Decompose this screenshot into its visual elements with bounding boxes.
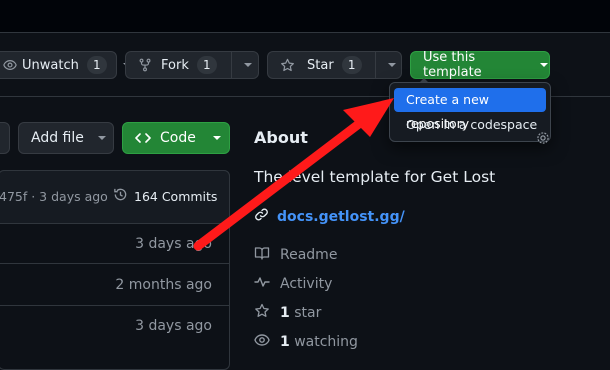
readme-link[interactable]: Readme <box>254 245 337 265</box>
top-bar <box>0 0 610 33</box>
website-url: docs.getlost.gg/ <box>277 208 405 225</box>
activity-link[interactable]: Activity <box>254 274 332 294</box>
star-total-label: star <box>294 305 322 321</box>
file-row-time: 2 months ago <box>115 277 212 293</box>
readme-label: Readme <box>280 247 338 263</box>
history-icon <box>113 187 128 205</box>
about-heading: About <box>254 128 308 147</box>
pulse-icon <box>254 274 270 294</box>
link-icon <box>254 207 269 226</box>
eye-icon <box>3 58 17 72</box>
stars-link[interactable]: 1 star <box>254 303 321 323</box>
file-row-time: 3 days ago <box>135 318 212 334</box>
add-file-label: Add file <box>31 130 84 146</box>
latest-commit-info: 475f · 3 days ago <box>0 189 108 204</box>
star-total: 1 <box>280 305 290 321</box>
commit-count: 164 Commits <box>134 188 218 204</box>
star-icon <box>254 303 270 323</box>
code-icon <box>135 131 151 145</box>
gear-icon[interactable] <box>536 131 550 149</box>
chevron-down-icon <box>539 60 549 70</box>
chevron-down-icon <box>97 133 107 143</box>
code-label: Code <box>160 130 196 146</box>
row-divider <box>0 305 230 306</box>
fork-label: Fork <box>161 57 189 73</box>
star-button[interactable]: Star 1 <box>267 51 402 79</box>
menu-item-open-codespace[interactable]: Open in a codespace <box>394 113 546 137</box>
chevron-down-icon <box>212 133 222 143</box>
fork-button[interactable]: Fork 1 <box>125 51 259 79</box>
website-link[interactable]: docs.getlost.gg/ <box>254 207 405 226</box>
star-label: Star <box>307 57 334 73</box>
chevron-down-icon[interactable] <box>387 60 397 70</box>
book-icon <box>254 245 270 265</box>
code-button[interactable]: Code <box>122 122 230 154</box>
commits-link[interactable]: 164 Commits <box>113 187 217 205</box>
add-file-button[interactable]: Add file <box>18 122 114 154</box>
unwatch-count: 1 <box>86 56 107 74</box>
watchers-link[interactable]: 1 watching <box>254 332 358 352</box>
eye-icon <box>254 332 270 352</box>
about-description: The level template for Get Lost <box>254 168 496 186</box>
latest-commit-bar: 475f · 3 days ago 164 Commits <box>0 170 230 224</box>
template-dropdown-menu: Create a new repository Open in a codesp… <box>389 82 551 142</box>
file-row-time: 3 days ago <box>135 236 212 252</box>
unwatch-button[interactable]: Unwatch 1 <box>0 51 131 79</box>
use-template-button[interactable]: Use this template <box>410 50 550 80</box>
menu-item-create-repository[interactable]: Create a new repository <box>394 88 546 131</box>
go-to-file-button[interactable] <box>0 122 10 154</box>
use-template-label: Use this template <box>423 50 482 80</box>
fork-icon <box>138 58 152 72</box>
activity-label: Activity <box>280 276 333 292</box>
star-icon <box>280 58 295 73</box>
fork-count: 1 <box>196 56 217 74</box>
row-divider <box>0 263 230 264</box>
star-count: 1 <box>341 56 362 74</box>
chevron-down-icon[interactable] <box>243 60 253 70</box>
unwatch-label: Unwatch <box>22 57 79 73</box>
